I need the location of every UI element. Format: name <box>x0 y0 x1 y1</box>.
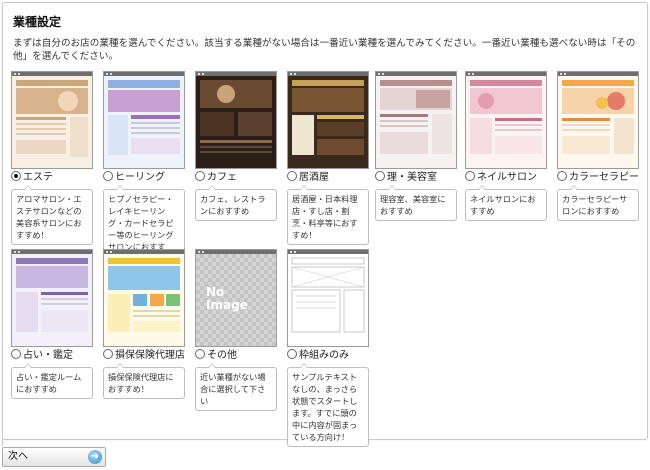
option-card-fortune: 占い・鑑定 占い・鑑定ルームにおすすめ <box>11 249 93 399</box>
radio-icon[interactable] <box>465 171 475 181</box>
option-card-esthe: エステ アロマサロン・エステサロンなどの美容系サロンにおすすめ！ <box>11 71 93 245</box>
template-thumbnail-salon[interactable] <box>375 71 457 169</box>
option-radio-color-therapy[interactable]: カラーセラピー <box>557 171 643 185</box>
option-card-frame-only: 枠組みのみ サンプルテキストなしの、まっさら状態でスタートします。すでに頭の中に… <box>287 249 369 447</box>
template-thumbnail-healing[interactable] <box>103 71 185 169</box>
template-thumbnail-esthe[interactable] <box>11 71 93 169</box>
radio-icon[interactable] <box>11 171 21 181</box>
option-radio-insurance[interactable]: 損保保険代理店 <box>103 349 189 363</box>
template-thumbnail-izakaya[interactable] <box>287 71 369 169</box>
option-card-color-therapy: カラーセラピー カラーセラピーサロンにおすすめ <box>557 71 639 221</box>
option-desc-insurance: 損保保険代理店におすすめ！ <box>103 363 185 399</box>
radio-icon[interactable] <box>375 171 385 181</box>
option-radio-esthe[interactable]: エステ <box>11 171 97 185</box>
option-radio-nail[interactable]: ネイルサロン <box>465 171 551 185</box>
next-button[interactable]: 次へ ➜ <box>2 447 106 467</box>
radio-icon[interactable] <box>287 349 297 359</box>
next-button-label: 次へ <box>8 451 28 462</box>
radio-icon[interactable] <box>103 349 113 359</box>
radio-icon[interactable] <box>11 349 21 359</box>
radio-icon[interactable] <box>557 171 567 181</box>
option-card-cafe: カフェ カフェ、レストランにおすすめ <box>195 71 277 221</box>
option-radio-fortune[interactable]: 占い・鑑定 <box>11 349 97 363</box>
option-desc-fortune: 占い・鑑定ルームにおすすめ <box>11 363 93 399</box>
option-desc-nail: ネイルサロンにおすすめ <box>465 185 547 221</box>
arrow-right-icon: ➜ <box>88 450 102 464</box>
template-thumbnail-cafe[interactable] <box>195 71 277 169</box>
option-desc-cafe: カフェ、レストランにおすすめ <box>195 185 277 221</box>
option-radio-other[interactable]: その他 <box>195 349 281 363</box>
radio-icon[interactable] <box>103 171 113 181</box>
option-radio-cafe[interactable]: カフェ <box>195 171 281 185</box>
template-thumbnail-insurance[interactable] <box>103 249 185 347</box>
option-radio-salon[interactable]: 理・美容室 <box>375 171 461 185</box>
template-thumbnail-fortune[interactable] <box>11 249 93 347</box>
no-image-text: No Image <box>206 285 248 312</box>
option-card-izakaya: 居酒屋 居酒屋・日本料理店・すし店・割烹・料亭等におすすめ！ <box>287 71 369 245</box>
page-title: 業種設定 <box>13 15 62 29</box>
business-type-panel: 業種設定 まずは自分のお店の業種を選んでください。該当する業種がない場合は一番近… <box>2 2 648 447</box>
option-card-healing: ヒーリング ヒプノセラピー・レイキヒーリング・カードセラピー等のヒーリングサロン… <box>103 71 185 269</box>
option-desc-esthe: アロマサロン・エステサロンなどの美容系サロンにおすすめ！ <box>11 185 93 245</box>
template-thumbnail-other[interactable]: No Image <box>195 249 277 347</box>
option-desc-izakaya: 居酒屋・日本料理店・すし店・割烹・料亭等におすすめ！ <box>287 185 369 245</box>
radio-icon[interactable] <box>195 171 205 181</box>
option-desc-salon: 理容室、美容室におすすめ <box>375 185 457 221</box>
radio-icon[interactable] <box>195 349 205 359</box>
panel-tab-notch <box>2 438 13 446</box>
option-desc-other: 近い業種がない場合に選択して下さい <box>195 363 277 411</box>
radio-icon[interactable] <box>287 171 297 181</box>
page-description: まずは自分のお店の業種を選んでください。該当する業種がない場合は一番近い業種を選… <box>13 38 636 62</box>
option-desc-frame-only: サンプルテキストなしの、まっさら状態でスタートします。すでに頭の中に内容が固まっ… <box>287 363 369 447</box>
option-radio-frame-only[interactable]: 枠組みのみ <box>287 349 373 363</box>
option-card-salon: 理・美容室 理容室、美容室におすすめ <box>375 71 457 221</box>
option-radio-izakaya[interactable]: 居酒屋 <box>287 171 373 185</box>
template-thumbnail-color-therapy[interactable] <box>557 71 639 169</box>
option-card-nail: ネイルサロン ネイルサロンにおすすめ <box>465 71 547 221</box>
option-radio-healing[interactable]: ヒーリング <box>103 171 189 185</box>
template-thumbnail-nail[interactable] <box>465 71 547 169</box>
option-desc-color-therapy: カラーセラピーサロンにおすすめ <box>557 185 639 221</box>
option-card-insurance: 損保保険代理店 損保保険代理店におすすめ！ <box>103 249 185 399</box>
option-card-other: No Image その他 近い業種がない場合に選択して下さい <box>195 249 277 411</box>
template-thumbnail-frame-only[interactable] <box>287 249 369 347</box>
